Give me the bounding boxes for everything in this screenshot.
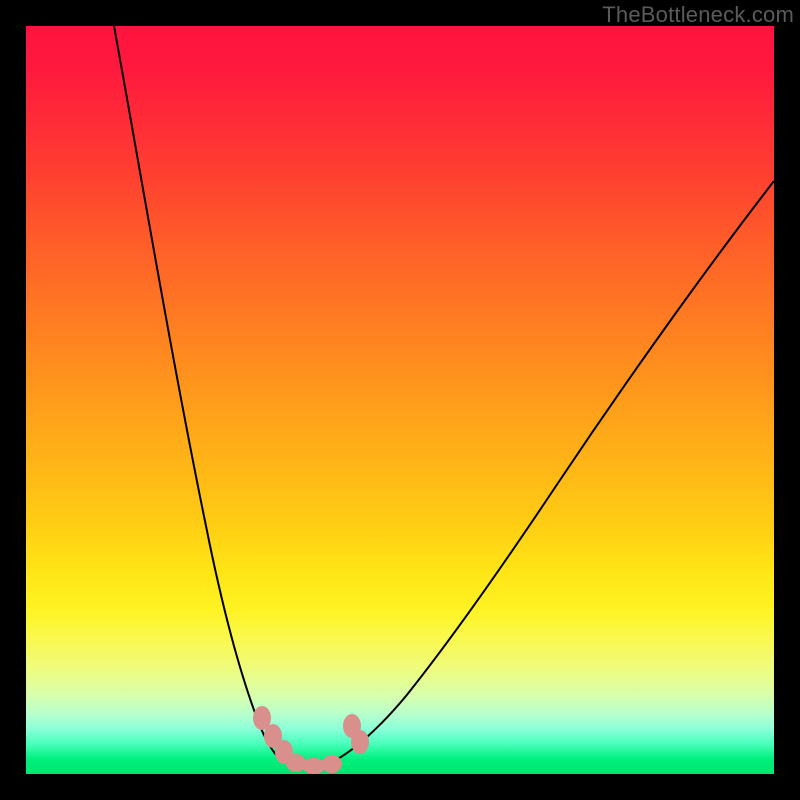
curve-overlay bbox=[26, 26, 774, 774]
bottleneck-curve-right bbox=[322, 181, 774, 766]
plot-area bbox=[26, 26, 774, 774]
marker-dot bbox=[322, 755, 342, 773]
watermark-text: TheBottleneck.com bbox=[602, 2, 794, 28]
outer-frame: TheBottleneck.com bbox=[0, 0, 800, 800]
bottleneck-curve-left bbox=[114, 26, 294, 766]
marker-dot bbox=[351, 730, 369, 754]
